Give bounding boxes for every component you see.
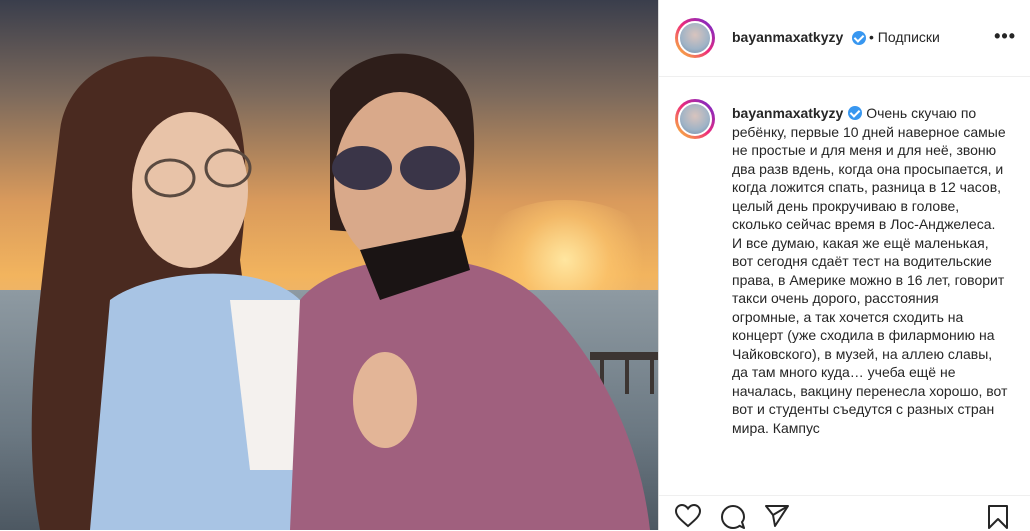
post-actions: [659, 495, 1030, 531]
verified-badge-icon: [848, 106, 863, 120]
post-header: bayanmaxatkyzy • Подписки •••: [659, 0, 1030, 77]
bookmark-icon[interactable]: [987, 504, 1009, 530]
avatar[interactable]: [675, 18, 715, 58]
caption-area: bayanmaxatkyzy Очень скучаю по ребёнку, …: [659, 77, 1030, 495]
post-photo[interactable]: [0, 0, 658, 530]
following-button[interactable]: • Подписки: [869, 29, 940, 45]
paper-plane-icon[interactable]: [764, 504, 790, 528]
caption-username[interactable]: bayanmaxatkyzy: [732, 105, 843, 121]
caption-avatar[interactable]: [675, 99, 715, 139]
more-options-icon[interactable]: •••: [994, 26, 1016, 47]
comment-icon[interactable]: [720, 504, 746, 530]
caption-text: bayanmaxatkyzy Очень скучаю по ребёнку, …: [732, 104, 1008, 437]
heart-icon[interactable]: [675, 504, 701, 528]
header-username[interactable]: bayanmaxatkyzy: [732, 29, 843, 45]
verified-badge-icon: [852, 31, 866, 45]
people-silhouettes: [31, 53, 650, 530]
caption-body: Очень скучаю по ребёнку, первые 10 дней …: [732, 105, 1008, 436]
